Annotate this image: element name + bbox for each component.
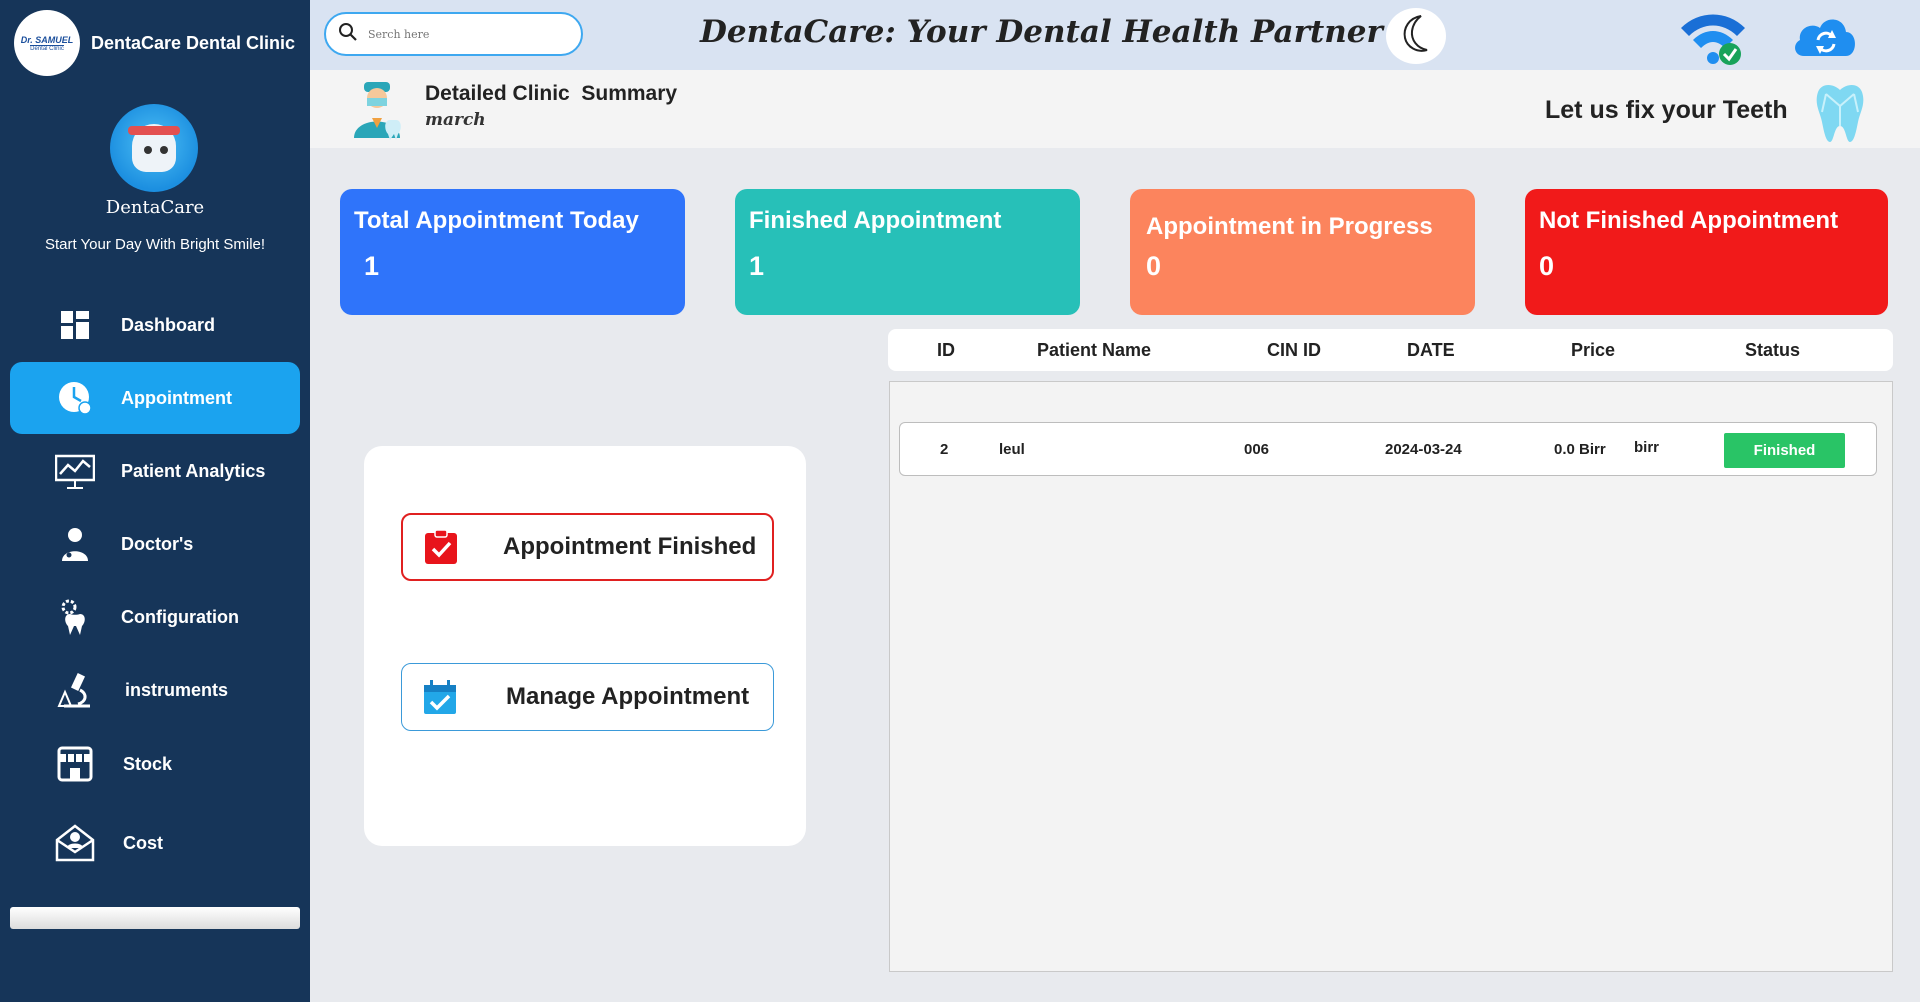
column-header-patient-name[interactable]: Patient Name <box>1037 340 1151 361</box>
sidebar-item-label: instruments <box>125 679 229 700</box>
summary-month: march <box>425 110 486 130</box>
cloud-sync-icon[interactable] <box>1790 12 1860 60</box>
sidebar-item-label: Doctor's <box>121 533 194 554</box>
column-header-date[interactable]: DATE <box>1407 340 1455 361</box>
dentist-icon <box>350 80 406 140</box>
search-input[interactable] <box>368 27 558 41</box>
card-title: Not Finished Appointment <box>1539 207 1839 234</box>
top-bar: DentaCare: Your Dental Health Partner <box>310 0 1920 70</box>
dashboard-icon <box>55 305 95 345</box>
cell-price: 0.0 Birr <box>1554 441 1606 458</box>
calendar-check-icon <box>422 679 458 715</box>
tagline: Start Your Day With Bright Smile! <box>44 236 266 253</box>
chart-board-icon <box>55 451 95 491</box>
clinic-logo: Dr. SAMUEL Dental Clinic <box>14 10 80 76</box>
card-title: Finished Appointment <box>749 207 1002 234</box>
clock-icon <box>55 378 95 418</box>
mascot-eye-left <box>144 146 152 154</box>
avatar <box>110 104 198 192</box>
wifi-connected-icon <box>1675 8 1751 68</box>
sidebar-progress-bar <box>10 907 300 929</box>
sidebar-item-configuration[interactable]: Configuration <box>10 581 300 653</box>
dark-mode-toggle[interactable] <box>1386 8 1446 64</box>
mascot-eye-right <box>160 146 168 154</box>
cell-id: 2 <box>940 441 949 458</box>
store-icon <box>55 744 95 784</box>
card-value: 0 <box>1539 251 1555 281</box>
mascot-headband <box>128 126 180 135</box>
clipboard-check-icon <box>423 529 459 565</box>
sidebar-item-label: Appointment <box>121 387 232 408</box>
search-box[interactable] <box>324 12 583 56</box>
logo-text: Dr. SAMUEL <box>20 34 74 45</box>
button-label: Appointment Finished <box>503 533 757 560</box>
appointments-table[interactable]: 2 leul 006 2024-03-24 0.0 Birr birr Fini… <box>889 381 1893 972</box>
sidebar-item-instruments[interactable]: instruments <box>10 654 300 726</box>
card-title: Total Appointment Today <box>354 207 639 234</box>
card-title: Appointment in Progress <box>1146 213 1433 240</box>
card-in-progress: Appointment in Progress 0 <box>1130 189 1475 315</box>
table-row[interactable]: 2 leul 006 2024-03-24 0.0 Birr birr Fini… <box>899 422 1877 476</box>
sidebar-item-appointment[interactable]: Appointment <box>10 362 300 434</box>
sidebar-item-label: Cost <box>123 832 163 853</box>
brand-name: DentaCare Dental Clinic <box>91 32 296 53</box>
envelope-person-icon <box>55 823 95 863</box>
manage-appointment-button[interactable]: Manage Appointment <box>401 663 774 731</box>
status-badge: Finished <box>1724 433 1845 468</box>
sidebar-item-cost[interactable]: Cost <box>10 807 300 879</box>
card-value: 1 <box>749 251 765 281</box>
table-header: ID Patient Name CIN ID DATE Price Status <box>888 329 1893 371</box>
card-not-finished: Not Finished Appointment 0 <box>1525 189 1888 315</box>
column-header-price[interactable]: Price <box>1571 340 1615 361</box>
card-finished-appointments: Finished Appointment 1 <box>735 189 1080 315</box>
avatar-name: DentaCare <box>105 197 205 218</box>
moon-icon <box>1399 14 1433 59</box>
sidebar-item-label: Configuration <box>121 606 239 627</box>
button-label: Manage Appointment <box>506 683 750 710</box>
search-icon <box>338 22 358 47</box>
microscope-icon <box>55 670 95 710</box>
brand: Dr. SAMUEL Dental Clinic DentaCare Denta… <box>14 10 295 76</box>
slogan: Let us fix your Teeth <box>1545 96 1788 124</box>
cell-cin-id: 006 <box>1244 441 1270 458</box>
sidebar-item-patient-analytics[interactable]: Patient Analytics <box>10 435 300 507</box>
app-title: DentaCare: Your Dental Health Partner <box>700 14 1383 50</box>
doctor-icon <box>55 524 95 564</box>
cell-patient-name: leul <box>999 441 1025 458</box>
action-panel: Appointment Finished Manage Appointment <box>364 446 806 846</box>
tooth-icon <box>1812 82 1868 144</box>
cell-currency: birr <box>1634 439 1660 456</box>
sidebar: Dr. SAMUEL Dental Clinic DentaCare Denta… <box>0 0 310 1002</box>
tooth-gear-icon <box>55 597 95 637</box>
sidebar-item-label: Stock <box>123 753 173 774</box>
sidebar-item-doctors[interactable]: Doctor's <box>10 508 300 580</box>
sidebar-item-label: Dashboard <box>121 314 216 335</box>
summary-title: Detailed Clinic Summary <box>425 82 678 105</box>
column-header-cin-id[interactable]: CIN ID <box>1267 340 1321 361</box>
appointment-finished-button[interactable]: Appointment Finished <box>401 513 774 581</box>
sidebar-item-dashboard[interactable]: Dashboard <box>10 289 300 361</box>
sidebar-item-stock[interactable]: Stock <box>10 728 300 800</box>
column-header-id[interactable]: ID <box>937 340 955 361</box>
card-total-appointments: Total Appointment Today 1 <box>340 189 685 315</box>
summary-header: Detailed Clinic Summary march Let us fix… <box>310 70 1920 148</box>
card-value: 0 <box>1146 251 1162 281</box>
card-value: 1 <box>364 251 380 281</box>
logo-subtext: Dental Clinic <box>30 44 64 52</box>
column-header-status[interactable]: Status <box>1745 340 1800 361</box>
sidebar-item-label: Patient Analytics <box>121 460 266 481</box>
cell-date: 2024-03-24 <box>1385 441 1462 458</box>
